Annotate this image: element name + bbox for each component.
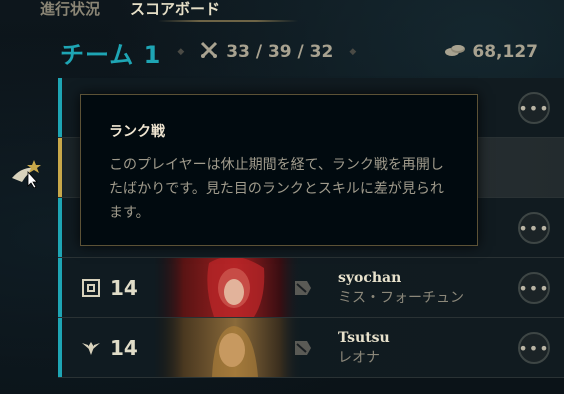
team-kda-value: 33 / 39 / 32 [226, 42, 334, 62]
top-role-icon [78, 278, 104, 297]
more-options-button[interactable]: ••• [518, 212, 550, 244]
summoner-name[interactable]: Tsutsu [338, 330, 390, 346]
spell-icon [294, 340, 312, 360]
player-names: syochan ミス・フォーチュン [338, 270, 464, 307]
team-gold: 68,127 [444, 42, 538, 62]
team-color-bar [58, 138, 62, 197]
tooltip-body: このプレイヤーは休止期間を経て、ランク戦を再開したばかりです。見た目のランクとス… [109, 157, 444, 221]
player-row[interactable]: 14 syochan ミス・フォーチュン ••• [58, 256, 564, 318]
champion-level: 14 [110, 335, 138, 360]
team-name: チーム 1 [60, 40, 162, 69]
separator-diamond: ◆ [177, 47, 185, 57]
champion-portrait [154, 256, 302, 317]
player-row[interactable]: 14 Tsutsu レオナ ••• [58, 318, 564, 378]
support-role-icon [78, 340, 104, 356]
spell-icon [294, 280, 312, 300]
tooltip-title: ランク戦 [109, 124, 165, 140]
more-options-button[interactable]: ••• [518, 332, 550, 364]
ranked-rank-icon[interactable] [8, 158, 44, 192]
team-color-bar [58, 258, 62, 317]
crossed-swords-icon [200, 41, 220, 64]
team-color-bar [58, 78, 62, 137]
more-options-button[interactable]: ••• [518, 272, 550, 304]
more-options-button[interactable]: ••• [518, 92, 550, 124]
champion-name: ミス・フォーチュン [338, 290, 464, 306]
summoner-name[interactable]: syochan [338, 270, 464, 286]
champion-portrait [154, 318, 302, 377]
champion-level: 14 [110, 275, 138, 300]
ranked-tooltip: ランク戦 このプレイヤーは休止期間を経て、ランク戦を再開したばかりです。見た目の… [80, 94, 478, 246]
team-gold-value: 68,127 [472, 42, 538, 62]
player-names: Tsutsu レオナ [338, 330, 390, 367]
tab-scoreboard[interactable]: スコアボード [100, 0, 220, 22]
active-tab-underline [158, 20, 298, 22]
team-color-bar [58, 318, 62, 377]
top-tabs: 進行状況 スコアボード [0, 0, 220, 22]
tab-progress[interactable]: 進行状況 [0, 0, 100, 22]
separator-diamond: ◆ [349, 47, 357, 57]
coins-icon [444, 42, 466, 62]
champion-name: レオナ [338, 350, 380, 366]
team-color-bar [58, 198, 62, 257]
team-kda: 33 / 39 / 32 [200, 41, 333, 64]
team-header: チーム 1 ◆ 33 / 39 / 32 ◆ 68,127 [60, 34, 560, 70]
